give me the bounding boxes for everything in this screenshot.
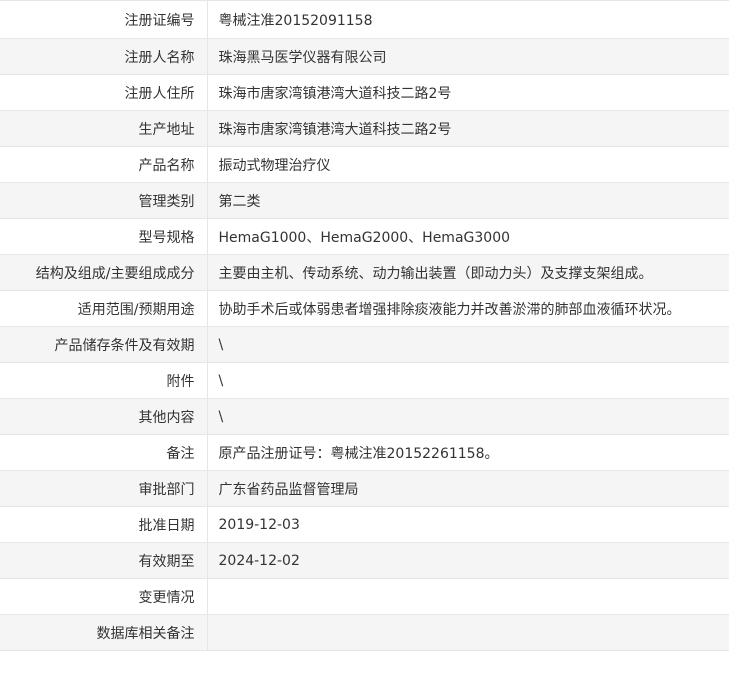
field-value: 原产品注册证号：粤械注准20152261158。 — [207, 434, 729, 471]
field-label: 备注 — [0, 434, 208, 471]
field-value: 广东省药品监督管理局 — [207, 470, 729, 507]
field-value: 珠海市唐家湾镇港湾大道科技二路2号 — [207, 110, 729, 147]
field-value: 第二类 — [207, 182, 729, 219]
row-storage-validity: 产品储存条件及有效期 \ — [0, 326, 729, 363]
row-model-spec: 型号规格 HemaG1000、HemaG2000、HemaG3000 — [0, 218, 729, 255]
field-value: \ — [207, 398, 729, 435]
row-structure-composition: 结构及组成/主要组成成分 主要由主机、传动系统、动力输出装置（即动力头）及支撑支… — [0, 254, 729, 291]
row-registrant-name: 注册人名称 珠海黑马医学仪器有限公司 — [0, 38, 729, 75]
field-value: HemaG1000、HemaG2000、HemaG3000 — [207, 218, 729, 255]
row-registration-number: 注册证编号 粤械注准20152091158 — [0, 0, 729, 39]
field-label: 批准日期 — [0, 506, 208, 543]
field-value: 粤械注准20152091158 — [207, 0, 729, 39]
row-management-category: 管理类别 第二类 — [0, 182, 729, 219]
field-value: 珠海黑马医学仪器有限公司 — [207, 38, 729, 75]
row-attachments: 附件 \ — [0, 362, 729, 399]
field-value: 2024-12-02 — [207, 542, 729, 579]
row-expiry-date: 有效期至 2024-12-02 — [0, 542, 729, 579]
field-label: 适用范围/预期用途 — [0, 290, 208, 327]
row-product-name: 产品名称 振动式物理治疗仪 — [0, 146, 729, 183]
field-label: 审批部门 — [0, 470, 208, 507]
row-other-content: 其他内容 \ — [0, 398, 729, 435]
field-label: 注册人住所 — [0, 74, 208, 111]
field-label: 管理类别 — [0, 182, 208, 219]
field-value: 振动式物理治疗仪 — [207, 146, 729, 183]
field-label: 变更情况 — [0, 578, 208, 615]
field-label: 型号规格 — [0, 218, 208, 255]
field-value: 珠海市唐家湾镇港湾大道科技二路2号 — [207, 74, 729, 111]
field-label: 注册人名称 — [0, 38, 208, 75]
row-remarks: 备注 原产品注册证号：粤械注准20152261158。 — [0, 434, 729, 471]
field-label: 产品名称 — [0, 146, 208, 183]
field-value: 主要由主机、传动系统、动力输出装置（即动力头）及支撑支架组成。 — [207, 254, 729, 291]
field-label: 其他内容 — [0, 398, 208, 435]
field-value — [207, 578, 729, 615]
field-value: 2019-12-03 — [207, 506, 729, 543]
field-label: 结构及组成/主要组成成分 — [0, 254, 208, 291]
row-approval-department: 审批部门 广东省药品监督管理局 — [0, 470, 729, 507]
row-registrant-address: 注册人住所 珠海市唐家湾镇港湾大道科技二路2号 — [0, 74, 729, 111]
field-label: 有效期至 — [0, 542, 208, 579]
field-value: 协助手术后或体弱患者增强排除痰液能力并改善淤滞的肺部血液循环状况。 — [207, 290, 729, 327]
row-intended-use: 适用范围/预期用途 协助手术后或体弱患者增强排除痰液能力并改善淤滞的肺部血液循环… — [0, 290, 729, 327]
field-label: 生产地址 — [0, 110, 208, 147]
field-label: 附件 — [0, 362, 208, 399]
row-database-remarks: 数据库相关备注 — [0, 614, 729, 651]
row-approval-date: 批准日期 2019-12-03 — [0, 506, 729, 543]
field-label: 注册证编号 — [0, 0, 208, 39]
registration-detail-table: 注册证编号 粤械注准20152091158 注册人名称 珠海黑马医学仪器有限公司… — [0, 0, 729, 651]
field-label: 数据库相关备注 — [0, 614, 208, 651]
row-change-status: 变更情况 — [0, 578, 729, 615]
field-value: \ — [207, 326, 729, 363]
row-production-address: 生产地址 珠海市唐家湾镇港湾大道科技二路2号 — [0, 110, 729, 147]
field-value: \ — [207, 362, 729, 399]
field-label: 产品储存条件及有效期 — [0, 326, 208, 363]
field-value — [207, 614, 729, 651]
